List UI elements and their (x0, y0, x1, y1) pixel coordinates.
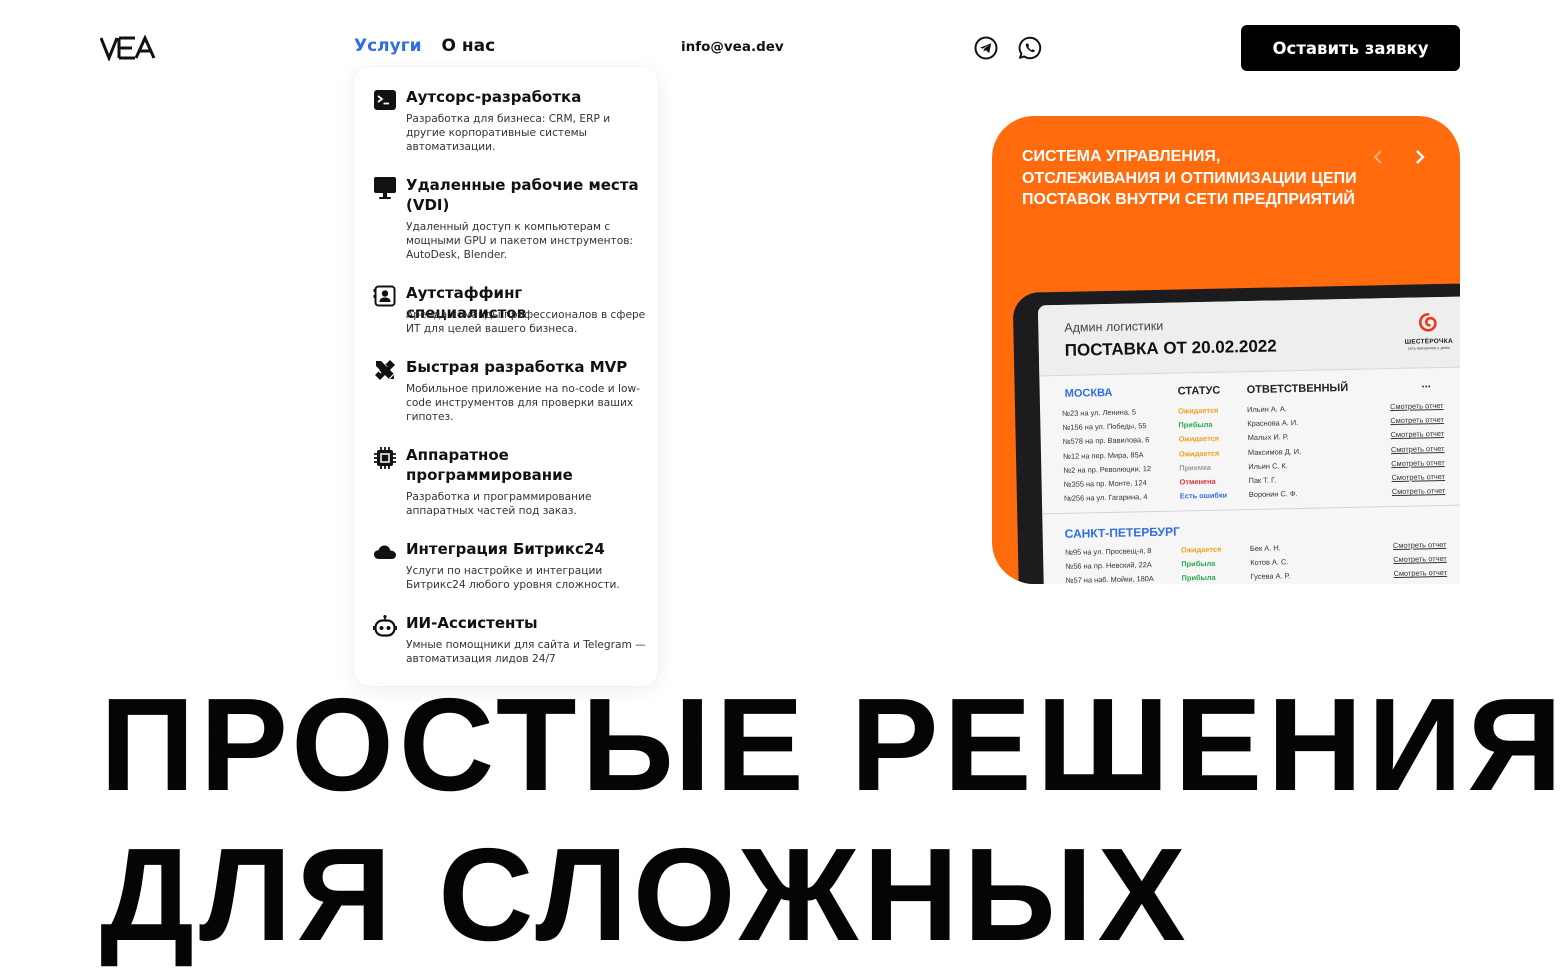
city-heading: САНКТ-ПЕТЕРБУРГ (1064, 524, 1180, 541)
menu-item-title: Интеграция Битрикс24 (406, 540, 605, 558)
view-report-link[interactable]: Смотреть отчет (1393, 540, 1447, 550)
view-report-link[interactable]: Смотреть отчет (1393, 568, 1447, 578)
shipment-address: №56 на пр. Невский, 22А (1065, 560, 1152, 572)
view-report-link[interactable]: Смотреть отчет (1393, 554, 1447, 564)
nav-services-link[interactable]: Услуги (354, 36, 422, 56)
shipment-status: Отменена (1179, 476, 1216, 487)
headline-line-1: ПРОСТЫЕ РЕШЕНИЯ (100, 671, 1560, 818)
shipment-responsible: Котов А. С. (1250, 557, 1289, 568)
telegram-icon[interactable] (974, 36, 998, 60)
shipment-status: Прибыла (1178, 419, 1213, 430)
shipment-responsible: Ильин А. А. (1246, 404, 1287, 415)
shipment-status: Ожидается (1180, 544, 1222, 555)
monitor-icon (374, 177, 396, 199)
shipment-address: №578 на пр. Вавилова, 6 (1062, 435, 1150, 447)
view-report-link[interactable]: Смотреть отчет (1391, 458, 1445, 468)
menu-item-title: Аутсорс-разработка (406, 88, 582, 106)
column-status: СТАТУС (1177, 384, 1221, 398)
screen-label: Админ логистики (1064, 318, 1164, 335)
shipment-status: Ожидается (1178, 448, 1220, 459)
shipment-responsible: Малых И. Р. (1247, 432, 1289, 443)
tablet-mockup: Админ логистики ПОСТАВКА ОТ 20.02.2022 Ш… (1012, 283, 1460, 584)
menu-item-desc: Мобильное приложение на no-code и low-co… (406, 383, 640, 423)
brand-tagline: сеть магазинов у дома (1407, 344, 1450, 351)
submit-request-button[interactable]: Оставить заявку (1241, 25, 1460, 71)
screen-header: Админ логистики ПОСТАВКА ОТ 20.02.2022 Ш… (1037, 296, 1460, 377)
vea-logo[interactable] (100, 35, 156, 61)
view-report-link[interactable]: Смотреть отчет (1391, 444, 1445, 454)
service-outsourcing[interactable]: Аутсорс-разработка Разработка для бизнес… (354, 87, 658, 157)
shipment-status: Приемка (1179, 462, 1212, 473)
headline-line-2: ДЛЯ СЛОЖНЫХ (100, 821, 1191, 968)
shipment-address: №95 на ул. Просвещ-я, 8 (1064, 546, 1152, 557)
menu-item-desc: Разработка для бизнеса: CRM, ERP и други… (406, 113, 611, 153)
whatsapp-icon[interactable] (1018, 36, 1042, 60)
ruler-pencil-icon (375, 360, 395, 380)
shipment-status: Есть ошибки (1179, 490, 1228, 501)
shipment-address: №12 на пер. Мира, 85А (1062, 449, 1144, 461)
screen-title: ПОСТАВКА ОТ 20.02.2022 (1064, 336, 1277, 360)
terminal-icon (374, 90, 396, 110)
shipment-address: №23 на ул. Ленина, 5 (1062, 407, 1137, 418)
brand-swirl-icon (1419, 312, 1437, 332)
menu-item-desc: Услуги по настройке и интеграции Битрикс… (406, 565, 620, 591)
brand-logo: ШЕСТЁРОЧКА сеть магазинов у дома (1398, 311, 1459, 351)
view-report-link[interactable]: Смотреть отчет (1392, 486, 1446, 496)
shipment-address: №355 на пр. Монте, 124 (1063, 478, 1147, 489)
menu-item-title: ИИ-Ассистенты (406, 614, 538, 632)
menu-item-desc: Умные помощники для сайта и Telegram — а… (406, 639, 646, 665)
nav-about-link[interactable]: О нас (442, 36, 496, 56)
menu-item-desc: Аренда команды профессионалов в сфере ИТ… (406, 309, 646, 335)
shipment-responsible: Ильин С. К. (1248, 461, 1288, 471)
shipment-responsible: Воронин С. Ф. (1248, 489, 1298, 500)
cloud-icon (374, 545, 396, 559)
column-more[interactable]: ... (1421, 378, 1430, 390)
hero-headline: ПРОСТЫЕ РЕШЕНИЯ ДЛЯ СЛОЖНЫХ (100, 670, 1560, 970)
shipment-address: №156 на ул. Победы, 55 (1062, 421, 1147, 433)
shipment-responsible: Максимов Д. И. (1247, 446, 1302, 457)
shipment-responsible: Гусева А. Р. (1250, 571, 1291, 582)
shipment-address: №57 на наб. Мойки, 180А (1065, 574, 1154, 584)
tablet-screen: Админ логистики ПОСТАВКА ОТ 20.02.2022 Ш… (1037, 296, 1460, 584)
shipment-responsible: Бек А. Н. (1249, 543, 1281, 554)
service-outstaffing[interactable]: Аутстаффинг специалистов Аренда команды … (354, 283, 658, 343)
service-mvp[interactable]: Быстрая разработка MVP Мобильное приложе… (354, 357, 658, 427)
services-dropdown: Аутсорс-разработка Разработка для бизнес… (354, 67, 658, 686)
chevron-left-icon[interactable] (1368, 146, 1390, 168)
email-link[interactable]: info@vea.dev (681, 39, 784, 55)
view-report-link[interactable]: Смотреть отчет (1390, 415, 1444, 425)
robot-icon (373, 615, 397, 637)
column-responsible: ОТВЕТСТВЕННЫЙ (1246, 381, 1349, 397)
menu-item-title: Удаленные рабочие места (VDI) (406, 176, 639, 214)
shipment-status: Ожидается (1178, 405, 1219, 416)
shipment-status: Ожидается (1178, 434, 1220, 444)
view-report-link[interactable]: Смотреть отчет (1391, 429, 1445, 439)
chip-icon (374, 447, 396, 469)
view-report-link[interactable]: Смотреть отчет (1391, 472, 1445, 482)
menu-item-desc: Удаленный доступ к компьютерам с мощными… (406, 221, 634, 261)
shipment-status: Прибыла (1181, 558, 1216, 569)
contact-card-icon (373, 285, 396, 307)
view-report-link[interactable]: Смотреть отчет (1390, 401, 1444, 411)
city-heading: МОСКВА (1064, 386, 1113, 400)
case-caption: Система управления, отслеживания и отпим… (1022, 148, 1357, 208)
shipment-responsible: Пак Т. Г. (1248, 475, 1277, 486)
chevron-right-icon[interactable] (1408, 146, 1430, 168)
service-vdi[interactable]: Удаленные рабочие места (VDI) Удаленный … (354, 175, 658, 265)
service-hardware[interactable]: Аппаратное программирование Разработка и… (354, 445, 658, 521)
service-bitrix24[interactable]: Интеграция Битрикс24 Услуги по настройке… (354, 539, 658, 599)
main-nav: Услуги О нас (354, 36, 495, 56)
shipment-status: Прибыла (1181, 573, 1216, 583)
shipment-responsible: Краснова А. И. (1247, 418, 1299, 429)
service-ai-assistants[interactable]: ИИ-Ассистенты Умные помощники для сайта … (354, 613, 658, 673)
menu-item-title: Быстрая разработка MVP (406, 358, 628, 376)
case-study-card: Система управления, отслеживания и отпим… (992, 116, 1460, 584)
menu-item-title: Аппаратное программирование (406, 446, 573, 484)
shipment-address: №2 на пр. Революции, 12 (1063, 463, 1152, 475)
menu-item-desc: Разработка и программирование аппаратных… (406, 491, 592, 517)
shipment-address: №256 на ул. Гагарина, 4 (1063, 492, 1148, 504)
